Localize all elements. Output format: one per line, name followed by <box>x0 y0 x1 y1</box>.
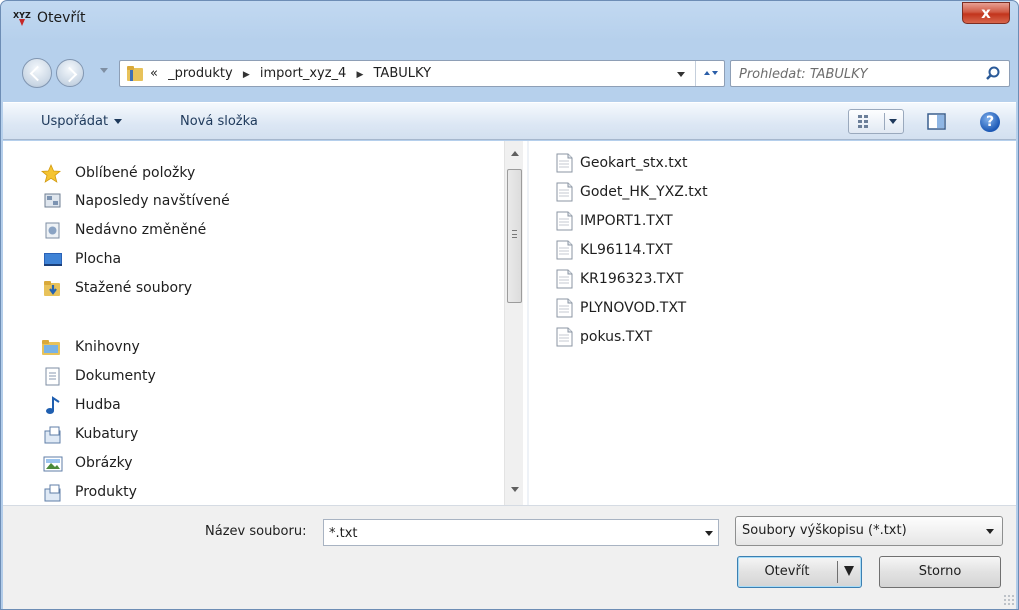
breadcrumb-overflow[interactable]: « <box>150 66 158 81</box>
nav-item-label: Stažené soubory <box>75 280 193 296</box>
content-area: Oblíbené položky Naposledy navštívené Ne… <box>3 141 1016 505</box>
chevron-down-icon[interactable] <box>705 531 713 536</box>
breadcrumb-separator[interactable]: ▶ <box>243 70 250 80</box>
nav-item-label: Kubatury <box>75 426 139 442</box>
filename-input[interactable] <box>329 524 689 542</box>
file-name: IMPORT1.TXT <box>580 213 673 229</box>
file-type-select[interactable]: Soubory výškopisu (*.txt) <box>735 516 1003 546</box>
breadcrumb-tabulky[interactable]: TABULKY <box>374 66 432 81</box>
back-button[interactable] <box>22 58 52 88</box>
nav-item-label: Nedávno změněné <box>75 222 207 238</box>
recent-places-icon <box>44 193 61 208</box>
svg-text:XYZ: XYZ <box>13 11 31 20</box>
pictures-icon <box>43 456 63 472</box>
open-button-label: Otevřít <box>764 564 810 579</box>
nav-libraries-label: Knihovny <box>75 339 140 355</box>
change-view-button[interactable] <box>848 109 904 134</box>
chevron-down-icon <box>986 529 994 534</box>
title-bar[interactable]: XYZ Otevřít x <box>1 1 1018 37</box>
breadcrumb-import-xyz-4[interactable]: import_xyz_4 <box>260 66 346 81</box>
preview-pane-icon[interactable] <box>927 113 946 130</box>
scroll-thumb[interactable] <box>507 169 522 303</box>
organize-label: Uspořádat <box>41 114 109 129</box>
breadcrumb-produkty[interactable]: _produkty <box>168 66 233 81</box>
address-bar[interactable]: « _produkty ▶ import_xyz_4 ▶ TABULKY <box>119 60 725 87</box>
text-file-icon <box>556 153 573 173</box>
help-icon[interactable]: ? <box>980 112 1000 132</box>
view-options-icon <box>858 115 868 128</box>
nav-item-label: Produkty <box>75 484 137 500</box>
text-file-icon <box>556 327 573 347</box>
address-history-dropdown[interactable] <box>677 72 685 77</box>
search-input[interactable] <box>739 65 969 83</box>
open-options-dropdown[interactable] <box>844 566 854 576</box>
pane-splitter[interactable] <box>527 141 529 505</box>
folder-icon <box>127 66 143 81</box>
breadcrumb: « _produkty ▶ import_xyz_4 ▶ TABULKY <box>150 66 437 81</box>
cancel-button[interactable]: Storno <box>879 556 1001 588</box>
nav-favorites-label: Oblíbené položky <box>75 165 196 181</box>
dialog-footer: Název souboru: Soubory výškopisu (*.txt)… <box>3 505 1016 609</box>
nav-item-label: Dokumenty <box>75 368 156 384</box>
nav-item-label: Obrázky <box>75 455 133 471</box>
library-icon <box>44 426 61 444</box>
file-type-value: Soubory výškopisu (*.txt) <box>742 523 907 538</box>
scroll-up-arrow[interactable] <box>511 151 519 156</box>
libraries-icon <box>42 340 60 355</box>
star-icon <box>41 164 61 183</box>
recent-locations-dropdown[interactable] <box>100 68 108 73</box>
music-icon <box>46 396 60 414</box>
nav-scrollbar[interactable] <box>504 141 523 505</box>
resize-grip[interactable] <box>1003 594 1015 606</box>
library-icon <box>44 484 61 502</box>
file-name: Godet_HK_YXZ.txt <box>580 184 708 200</box>
organize-button[interactable]: Uspořádat <box>41 114 123 129</box>
nav-item-label: Naposledy navštívené <box>75 193 230 209</box>
refresh-icon <box>703 71 718 75</box>
file-name: pokus.TXT <box>580 329 653 345</box>
search-box[interactable] <box>730 60 1010 87</box>
documents-icon <box>45 367 60 386</box>
text-file-icon <box>556 240 573 260</box>
nav-item-label: Plocha <box>75 251 122 267</box>
xyz-app-icon: XYZ <box>13 11 31 26</box>
new-folder-button[interactable]: Nová složka <box>180 114 258 129</box>
file-name: PLYNOVOD.TXT <box>580 300 687 316</box>
text-file-icon <box>556 298 573 318</box>
nav-item-label: Hudba <box>75 397 121 413</box>
open-file-dialog: XYZ Otevřít x « _produkty ▶ import_xyz_4… <box>0 0 1019 610</box>
refresh-button[interactable] <box>695 61 725 86</box>
breadcrumb-separator[interactable]: ▶ <box>356 70 363 80</box>
close-button[interactable]: x <box>962 2 1010 24</box>
recent-changes-icon <box>45 222 60 239</box>
file-name: Geokart_stx.txt <box>580 155 688 171</box>
filename-combobox[interactable] <box>323 519 719 546</box>
open-button[interactable]: Otevřít <box>737 556 862 588</box>
navigation-pane: Oblíbené položky Naposledy navštívené Ne… <box>3 141 529 505</box>
filename-label: Název souboru: <box>205 524 307 539</box>
file-name: KL96114.TXT <box>580 242 673 258</box>
scroll-down-arrow[interactable] <box>511 487 519 492</box>
command-bar: Uspořádat Nová složka ? <box>3 102 1016 140</box>
chevron-down-icon <box>114 119 123 124</box>
chevron-down-icon[interactable] <box>889 119 897 124</box>
text-file-icon <box>556 269 573 289</box>
desktop-icon <box>44 253 62 266</box>
window-title: Otevřít <box>37 10 86 26</box>
forward-button[interactable] <box>56 59 84 87</box>
search-icon[interactable] <box>985 66 1001 82</box>
text-file-icon <box>556 211 573 231</box>
file-name: KR196323.TXT <box>580 271 684 287</box>
text-file-icon <box>556 182 573 202</box>
downloads-icon <box>44 281 60 296</box>
